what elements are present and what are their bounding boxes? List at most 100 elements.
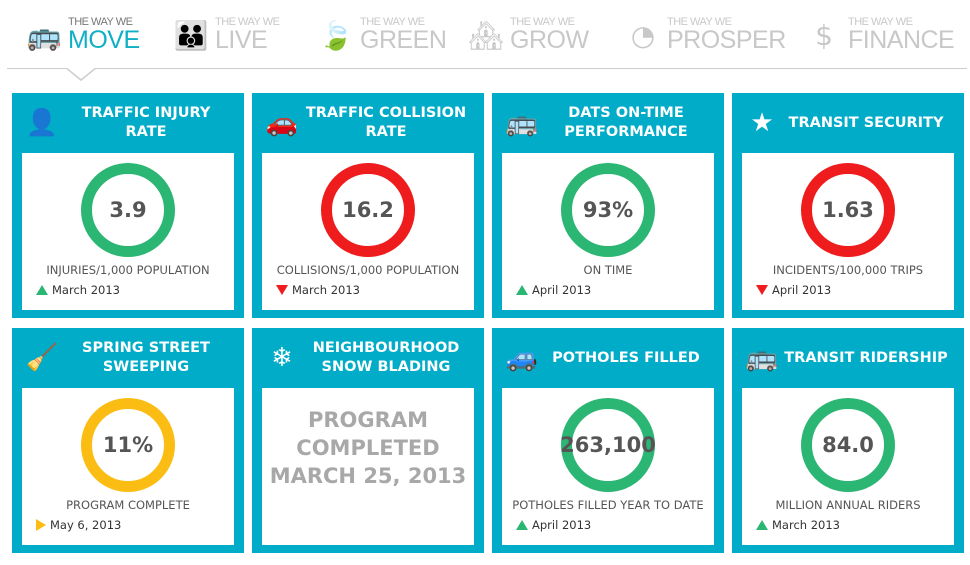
card-header: ❄ NEIGHBOURHOOD SNOW BLADING [252,328,484,388]
nav-divider [7,68,967,69]
metric-unit: INJURIES/1,000 POPULATION [46,263,210,277]
nav-label: THE WAY WE GREEN [360,17,447,54]
top-nav: 🚌 THE WAY WE MOVE 👪 THE WAY WE LIVE 🍃 THE WAY W… [0,0,970,70]
nav-label-big: GROW [510,26,589,54]
trend-down-icon [756,285,768,295]
metric-card[interactable]: 🚗 TRAFFIC COLLISION RATE 16.2 COLLISIONS/1… [252,93,484,318]
metric-date: April 2013 [772,283,832,297]
nav-label-big: MOVE [68,26,140,54]
metric-ring: 93% [561,163,655,257]
metric-card[interactable]: 🚙 POTHOLES FILLED 263,100 POTHOLES FILLED … [492,328,724,553]
pie-chart-icon: ◔ [630,18,656,52]
metric-date-row: April 2013 [756,283,831,297]
metric-card[interactable]: 👤 TRAFFIC INJURY RATE 3.9 INJURIES/1,000 P… [12,93,244,318]
nav-label: THE WAY WE PROSPER [667,17,786,53]
metric-card[interactable]: 🧹 SPRING STREET SWEEPING 11% PROGRAM COMPL… [12,328,244,553]
metric-value: 93% [582,198,634,222]
nav-label-big: PROSPER [667,26,786,54]
metric-date-row: March 2013 [756,518,840,532]
broom-icon: 🧹 [25,343,59,373]
active-tab-pointer [65,67,97,81]
nav-label: THE WAY WE GROW [510,17,589,53]
bus-icon: 🚌 [505,108,539,138]
buildings-icon: 🏘 [468,18,504,52]
metric-ring: 84.0 [801,398,895,492]
bus-icon: 🚌 [26,18,62,52]
car-pothole-icon: 🚙 [505,343,539,373]
metric-card[interactable]: ★ TRANSIT SECURITY 1.63 INCIDENTS/100,000 … [732,93,964,318]
nav-label: THE WAY WE MOVE [68,17,140,53]
nav-label: THE WAY WE FINANCE [848,17,955,54]
metric-date: March 2013 [52,283,120,297]
nav-tab-green[interactable]: 🍃 THE WAY WE GREEN [318,14,447,56]
card-header: 🚗 TRAFFIC COLLISION RATE [252,93,484,153]
metric-date-row: March 2013 [276,283,360,297]
status-message: PROGRAM COMPLETED MARCH 25, 2013 [269,408,467,488]
metric-date-row: May 6, 2013 [36,518,121,532]
card-header: ★ TRANSIT SECURITY [732,93,964,153]
metric-ring: 3.9 [81,163,175,257]
nav-label-big: GREEN [360,26,447,54]
card-header: 🚌 TRANSIT RIDERSHIP [732,328,964,388]
dollar-icon: $ [815,18,833,52]
metric-date: April 2013 [532,518,592,532]
metric-value: 263,100 [560,433,656,457]
metric-date-row: April 2013 [516,518,591,532]
card-panel: PROGRAM COMPLETED MARCH 25, 2013 [262,388,474,545]
card-panel: 3.9 INJURIES/1,000 POPULATION March 2013 [22,153,234,310]
nav-tab-prosper[interactable]: ◔ THE WAY WE PROSPER [627,14,786,56]
family-icon: 👪 [173,18,209,52]
metric-unit: ON TIME [583,263,633,277]
nav-label: THE WAY WE LIVE [215,17,280,54]
card-panel: 16.2 COLLISIONS/1,000 POPULATION March 2… [262,153,474,310]
car-crash-icon: 🚗 [265,108,299,138]
trend-down-icon [276,285,288,295]
card-panel: 1.63 INCIDENTS/100,000 TRIPS April 2013 [742,153,954,310]
metric-date: March 2013 [772,518,840,532]
metric-ring: 1.63 [801,163,895,257]
card-title: TRAFFIC INJURY RATE [81,105,211,140]
metric-ring: 11% [81,398,175,492]
card-header: 👤 TRAFFIC INJURY RATE [12,93,244,153]
card-panel: 263,100 POTHOLES FILLED YEAR TO DATE Apr… [502,388,714,545]
trend-up-icon [36,285,48,295]
leaf-icon: 🍃 [318,18,354,52]
nav-tab-finance[interactable]: $ THE WAY WE FINANCE [808,14,955,56]
nav-tab-grow[interactable]: 🏘 THE WAY WE GROW [468,14,589,56]
metric-unit: POTHOLES FILLED YEAR TO DATE [512,498,704,512]
trend-up-icon [756,520,768,530]
metric-unit: COLLISIONS/1,000 POPULATION [276,263,460,277]
card-panel: 93% ON TIME April 2013 [502,153,714,310]
metric-value: 16.2 [342,198,394,222]
metric-unit: MILLION ANNUAL RIDERS [775,498,921,512]
nav-label-big: LIVE [215,26,268,54]
nav-tab-live[interactable]: 👪 THE WAY WE LIVE [173,14,280,56]
shield-star-icon: ★ [750,108,774,138]
card-title: POTHOLES FILLED [552,349,700,366]
metric-value: 3.9 [109,198,147,222]
metric-date-row: March 2013 [36,283,120,297]
trend-up-icon [516,285,528,295]
card-title: TRANSIT SECURITY [788,114,944,131]
nav-label-big: FINANCE [848,26,955,54]
card-panel: 84.0 MILLION ANNUAL RIDERS March 2013 [742,388,954,545]
card-header: 🚌 DATS ON-TIME PERFORMANCE [492,93,724,153]
card-title: DATS ON-TIME PERFORMANCE [564,105,688,140]
metric-card[interactable]: 🚌 DATS ON-TIME PERFORMANCE 93% ON TIME Apr… [492,93,724,318]
metric-value: 11% [102,433,154,457]
card-header: 🧹 SPRING STREET SWEEPING [12,328,244,388]
trend-up-icon [516,520,528,530]
injured-person-icon: 👤 [25,108,59,138]
metric-card[interactable]: ❄ NEIGHBOURHOOD SNOW BLADING PROGRAM COMPL… [252,328,484,553]
snowflake-icon: ❄ [271,343,293,373]
metric-value: 84.0 [822,433,874,457]
trend-flat-icon [36,519,46,531]
metric-date: April 2013 [532,283,592,297]
metric-date-row: April 2013 [516,283,591,297]
metric-date: May 6, 2013 [50,518,122,532]
card-title: NEIGHBOURHOOD SNOW BLADING [312,340,460,375]
metric-card[interactable]: 🚌 TRANSIT RIDERSHIP 84.0 MILLION ANNUAL RI… [732,328,964,553]
metric-value: 1.63 [822,198,874,222]
nav-tab-move[interactable]: 🚌 THE WAY WE MOVE [26,14,141,56]
card-panel: 11% PROGRAM COMPLETE May 6, 2013 [22,388,234,545]
